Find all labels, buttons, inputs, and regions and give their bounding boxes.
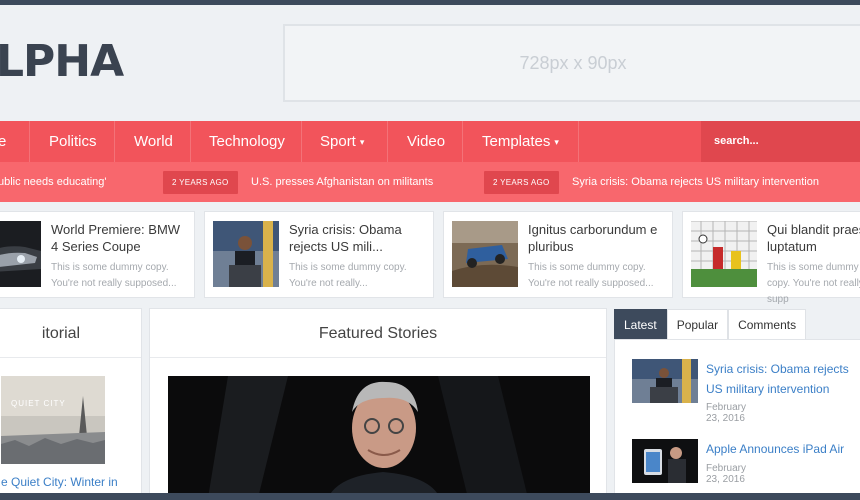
bottom-bar [0, 493, 860, 500]
story-card[interactable]: Ignitus carborundum e pluribus This is s… [443, 211, 673, 298]
sidebar-item-date: February 23, 2016 [706, 402, 747, 424]
quiet-city-image[interactable]: QUIET CITY [1, 376, 105, 464]
editorial-caption[interactable]: e Quiet City: Winter in [1, 475, 118, 489]
nav-separator [190, 121, 191, 162]
nav-item-politics[interactable]: Politics [49, 121, 97, 162]
car-thumbnail-image [0, 221, 41, 287]
nav-item-home[interactable]: e [0, 121, 6, 162]
editorial-panel: itorial QUIET CITY e Quiet City: Winter … [0, 308, 142, 498]
nav-separator [301, 121, 302, 162]
ad-banner[interactable]: 728px x 90px [283, 24, 860, 102]
story-card[interactable]: World Premiere: BMW 4 Series Coupe This … [0, 211, 195, 298]
obama-thumbnail-image [213, 221, 279, 287]
story-card-title[interactable]: Qui blandit praes luptatum [767, 221, 860, 255]
story-card-title[interactable]: Ignitus carborundum e pluribus [528, 221, 666, 255]
story-card-title[interactable]: Syria crisis: Obama rejects US mili... [289, 221, 427, 255]
ad-banner-text: 728px x 90px [519, 52, 627, 73]
editorial-heading: itorial [0, 309, 141, 358]
featured-heading: Featured Stories [150, 309, 606, 358]
tab-popular[interactable]: Popular [666, 309, 729, 340]
news-ticker: ublic needs educating' 2 YEARS AGO U.S. … [0, 162, 860, 202]
ticker-headline[interactable]: ublic needs educating' [0, 162, 107, 202]
nav-item-world[interactable]: World [134, 121, 173, 162]
jeep-thumbnail-image [452, 221, 518, 287]
nav-item-technology[interactable]: Technology [209, 121, 285, 162]
search-input[interactable]: search... [701, 121, 860, 162]
nav-separator [462, 121, 463, 162]
nav-item-video[interactable]: Video [407, 121, 445, 162]
featured-story-image[interactable] [168, 376, 590, 498]
tab-latest[interactable]: Latest [614, 309, 667, 340]
chevron-down-icon: ▾ [359, 136, 365, 147]
sidebar-item-title[interactable]: Syria crisis: Obama rejects US military … [706, 359, 860, 399]
football-thumbnail-image [691, 221, 757, 287]
nav-separator [114, 121, 115, 162]
ticker-headline[interactable]: U.S. presses Afghanistan on militants [251, 162, 433, 202]
top-accent-bar [0, 0, 860, 5]
obama-thumbnail-image [632, 359, 698, 403]
tab-comments[interactable]: Comments [728, 309, 807, 340]
nav-item-templates[interactable]: Templates ▾ [482, 121, 559, 162]
sidebar-item-date: February 23, 2016 [706, 463, 747, 485]
story-card-excerpt: This is some dummy copy. You're not real… [51, 262, 177, 289]
story-card-title[interactable]: World Premiere: BMW 4 Series Coupe [51, 221, 188, 255]
nav-separator [387, 121, 388, 162]
story-card-excerpt: This is some dummy copy. You're not real… [289, 262, 407, 289]
ticker-headline[interactable]: Syria crisis: Obama rejects US military … [572, 162, 819, 202]
nav-separator [29, 121, 30, 162]
story-card[interactable]: Qui blandit praes luptatum This is some … [682, 211, 860, 305]
featured-panel: Featured Stories [149, 308, 607, 498]
sidebar-item-title[interactable]: Apple Announces iPad Air [706, 439, 860, 459]
story-card-excerpt: This is some dummy copy. You're not real… [528, 262, 654, 289]
ticker-time-badge: 2 YEARS AGO [484, 171, 559, 194]
nav-item-sport[interactable]: Sport ▾ [320, 121, 364, 162]
ipad-thumbnail-image [632, 439, 698, 483]
story-card[interactable]: Syria crisis: Obama rejects US mili... T… [204, 211, 434, 298]
nav-separator [578, 121, 579, 162]
ticker-time-badge: 2 YEARS AGO [163, 171, 238, 194]
site-logo[interactable]: LPHA [0, 36, 124, 87]
chevron-down-icon: ▾ [554, 136, 559, 147]
image-overlay-text: QUIET CITY [11, 399, 66, 408]
story-card-excerpt: This is some dummy copy. You're not real… [767, 262, 860, 305]
sidebar-tabs: Latest Popular Comments [614, 309, 807, 340]
